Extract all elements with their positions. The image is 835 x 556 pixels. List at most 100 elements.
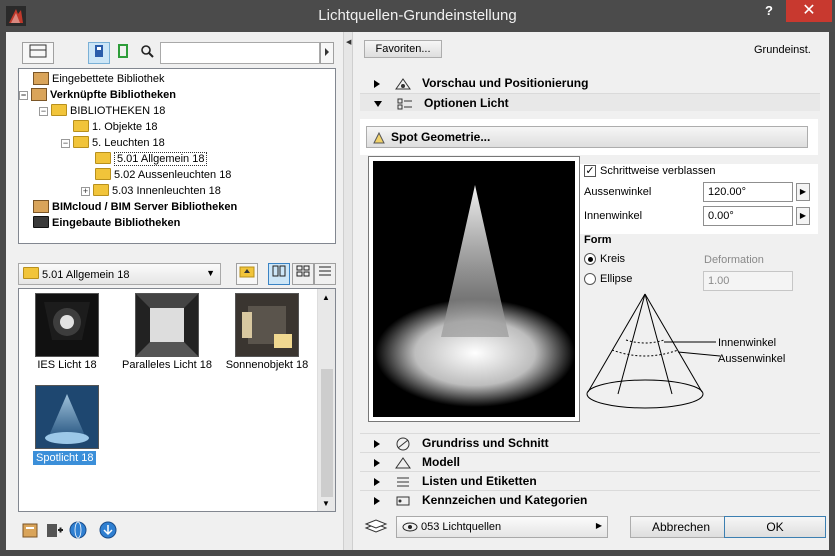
collapse-pane-icon[interactable]: ◀ — [346, 38, 351, 46]
bimcloud-icon — [33, 199, 49, 213]
section-grundriss[interactable]: Grundriss und Schnitt — [360, 433, 820, 451]
scroll-down-icon[interactable]: ▼ — [322, 499, 330, 508]
light-preview — [368, 156, 580, 422]
diagram-outer-label: Aussenwinkel — [718, 353, 786, 365]
tree-item-builtin[interactable]: Eingebaute Bibliotheken — [33, 215, 180, 231]
spot-geometry-label: Spot Geometrie... — [391, 130, 491, 144]
radio-ellipse[interactable]: Ellipse — [584, 273, 632, 286]
expand-icon[interactable]: + — [81, 186, 90, 196]
collapse-icon[interactable]: − — [39, 106, 48, 116]
eye-icon — [402, 520, 418, 537]
section-optionen-licht[interactable]: Optionen Licht — [360, 93, 820, 111]
folder-up-icon[interactable] — [236, 263, 258, 285]
ok-button[interactable]: OK — [724, 516, 826, 538]
tree-item-bimcloud[interactable]: BIMcloud / BIM Server Bibliotheken — [33, 199, 237, 215]
tree-item-allgemein[interactable]: 5.01 Allgemein 18 — [95, 151, 208, 167]
folder-icon — [23, 267, 39, 279]
section-label: Grundriss und Schnitt — [422, 436, 549, 450]
section-vorschau[interactable]: Vorschau und Positionierung — [360, 74, 820, 92]
view-mode-icon[interactable] — [22, 42, 54, 64]
spot-geometry-button[interactable]: Spot Geometrie... — [366, 126, 808, 148]
scroll-up-icon[interactable]: ▲ — [322, 293, 330, 302]
tree-item-innenleuchten[interactable]: +5.03 Innenleuchten 18 — [81, 183, 221, 199]
tree-item-leuchten[interactable]: − 5. Leuchten 18 — [61, 135, 165, 151]
light-options-icon — [396, 97, 414, 111]
folder-icon — [95, 152, 111, 165]
large-icons-view-icon[interactable] — [268, 263, 290, 285]
layer-dropdown[interactable]: 053 Lichtquellen ▶ — [396, 516, 608, 538]
tree-item-embedded[interactable]: Eingebettete Bibliothek — [33, 71, 165, 87]
thumb-ies-licht[interactable] — [35, 293, 99, 357]
gallery-scrollbar[interactable]: ▲ ▼ — [317, 289, 335, 511]
tree-label: 5.03 Innenleuchten 18 — [112, 185, 221, 197]
search-arrow-button[interactable] — [320, 42, 334, 64]
inner-angle-label: Innenwinkel — [584, 210, 643, 222]
model-icon — [394, 456, 412, 470]
outer-angle-arrow[interactable]: ▶ — [796, 183, 810, 201]
section-label: Modell — [422, 455, 460, 469]
cancel-button[interactable]: Abbrechen — [630, 516, 732, 538]
thumb-label: Paralleles Licht 18 — [122, 359, 212, 371]
folder-icon — [95, 168, 111, 181]
tree-item-aussenleuchten[interactable]: 5.02 Aussenleuchten 18 — [95, 167, 231, 183]
tree-label: Eingebettete Bibliothek — [52, 73, 165, 85]
fade-checkbox-row[interactable]: ✓ Schrittweise verblassen — [584, 165, 716, 178]
collapse-icon[interactable]: − — [19, 90, 28, 100]
expand-triangle-icon — [374, 79, 380, 88]
radio-button[interactable] — [584, 273, 596, 286]
folder-icon — [93, 184, 109, 197]
section-modell[interactable]: Modell — [360, 452, 820, 470]
section-label: Listen und Etiketten — [422, 474, 537, 488]
radio-button[interactable] — [584, 253, 596, 266]
expand-triangle-icon — [374, 458, 380, 467]
tree-label: 5.02 Aussenleuchten 18 — [114, 169, 232, 181]
web-download-icon[interactable] — [98, 520, 118, 540]
expand-triangle-icon — [374, 496, 380, 505]
add-library-icon[interactable] — [44, 520, 64, 540]
search-input[interactable] — [160, 42, 320, 64]
thumb-label-selected: Spotlicht 18 — [33, 451, 97, 465]
right-pane: Favoriten... Grundeinst. Vorschau und Po… — [354, 36, 826, 548]
section-listen[interactable]: Listen und Etiketten — [360, 471, 820, 489]
help-button[interactable]: ? — [758, 3, 780, 21]
inner-angle-input[interactable]: 0.00° — [703, 206, 793, 226]
radio-kreis[interactable]: Kreis — [584, 253, 625, 266]
layer-dropdown-label: 053 Lichtquellen — [421, 521, 502, 533]
folder-dropdown[interactable]: 5.01 Allgemein 18 ▼ — [18, 263, 221, 285]
thumb-spotlicht[interactable] — [35, 385, 99, 449]
list-icon — [394, 475, 412, 489]
thumb-sonnenobjekt[interactable] — [235, 293, 299, 357]
section-label: Kennzeichen und Kategorien — [422, 493, 588, 507]
library-manager-icon[interactable] — [20, 520, 40, 540]
library-icon — [31, 87, 47, 101]
object-gallery: IES Licht 18 Paralleles Licht 18 Sonneno… — [18, 288, 336, 512]
inner-angle-arrow[interactable]: ▶ — [796, 207, 810, 225]
collapse-triangle-icon — [374, 100, 382, 107]
pane-splitter[interactable]: ◀ — [343, 32, 353, 550]
favorites-button[interactable]: Favoriten... — [364, 40, 442, 58]
library-icon[interactable] — [88, 42, 110, 64]
library-icon — [33, 71, 49, 85]
layers-icon[interactable] — [362, 516, 390, 536]
small-icons-view-icon[interactable] — [292, 263, 314, 285]
section-kennzeichen[interactable]: Kennzeichen und Kategorien — [360, 490, 820, 508]
preview-icon — [394, 77, 412, 91]
tree-label: Eingebaute Bibliotheken — [52, 217, 181, 229]
globe-icon[interactable] — [68, 520, 88, 540]
scroll-thumb[interactable] — [321, 369, 333, 497]
thumb-label: IES Licht 18 — [37, 359, 97, 371]
left-pane: Eingebettete Bibliothek − Verknüpfte Bibl… — [10, 36, 342, 548]
search-icon[interactable] — [136, 42, 158, 64]
thumb-spotlicht-wrapper[interactable]: Spotlicht 18 — [29, 375, 123, 471]
tree-item-bibliotheken[interactable]: − BIBLIOTHEKEN 18 — [39, 103, 165, 119]
thumb-paralleles-licht[interactable] — [135, 293, 199, 357]
outer-angle-input[interactable]: 120.00° — [703, 182, 793, 202]
collapse-icon[interactable]: − — [61, 138, 70, 148]
tree-item-objekte[interactable]: 1. Objekte 18 — [73, 119, 157, 135]
fade-checkbox[interactable]: ✓ — [584, 165, 596, 178]
builtin-library-icon — [33, 216, 49, 229]
tree-item-linked[interactable]: − Verknüpfte Bibliotheken — [19, 87, 176, 103]
list-view-icon[interactable] — [314, 263, 336, 285]
close-button[interactable]: ✕ — [786, 0, 832, 22]
object-icon[interactable] — [112, 42, 134, 64]
